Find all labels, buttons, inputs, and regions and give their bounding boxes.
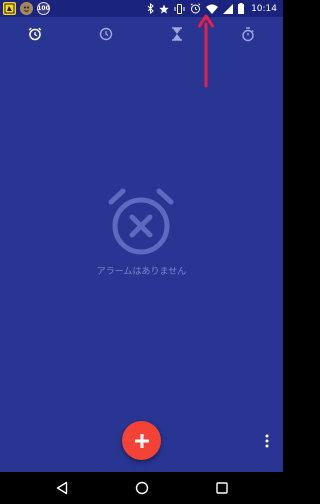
badge-100-icon: 100 [37,2,50,15]
alarm-icon [190,3,201,14]
home-button[interactable] [130,478,154,498]
status-time: 10:14 [251,3,277,14]
add-alarm-button[interactable] [122,421,161,460]
clock-icon [99,27,113,41]
yellow-app-icon [3,2,16,15]
alarm-clock-app-screen: 100 10:14 アラームはありません [0,0,283,504]
vibrate-icon [174,3,185,14]
navigation-bar [0,472,283,504]
tab-world-clock[interactable] [86,17,126,51]
red-arrow-icon [198,14,214,88]
overflow-menu-button[interactable] [261,432,273,450]
status-bar: 100 10:14 [0,0,283,17]
recents-button[interactable] [210,478,234,498]
tab-stopwatch[interactable] [228,17,268,51]
hourglass-timer-icon [171,27,182,41]
tab-alarm[interactable] [15,17,55,51]
stopwatch-icon [241,26,254,41]
home-icon [135,481,149,495]
no-alarm-icon [108,188,174,255]
more-vert-icon [265,434,269,448]
back-icon [56,481,68,495]
empty-state-message: アラームはありません [96,267,187,277]
wifi-icon [206,4,219,14]
game-app-icon [20,2,33,15]
battery-icon [238,3,245,14]
star-icon [159,4,169,13]
tab-timer[interactable] [157,17,197,51]
back-button[interactable] [50,478,74,498]
notification-icons: 100 [3,2,50,15]
bluetooth-icon [147,3,154,14]
plus-icon [134,433,149,448]
tab-bar [0,17,283,51]
recents-icon [216,482,228,494]
alarm-clock-icon [29,27,42,41]
signal-icon [223,3,234,14]
